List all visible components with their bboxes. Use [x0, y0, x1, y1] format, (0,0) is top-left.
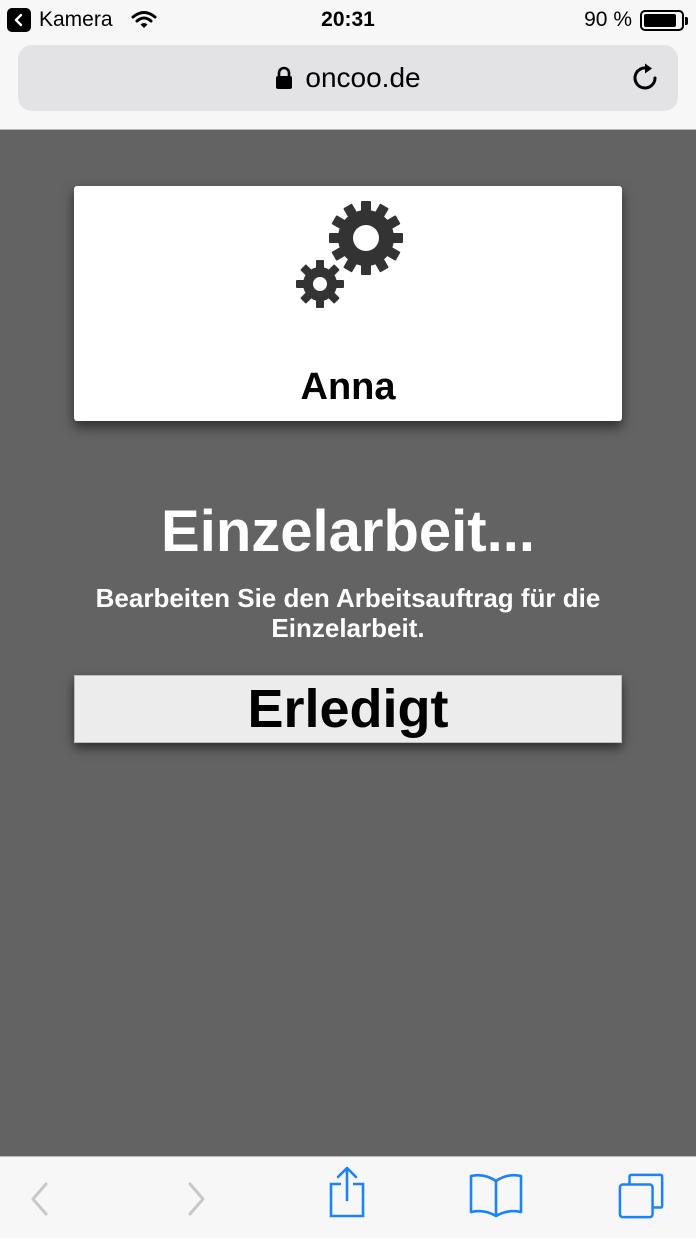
status-bar: Kamera 20:31 90 % — [0, 0, 696, 40]
done-button[interactable]: Erledigt — [74, 675, 622, 743]
battery-icon — [640, 9, 688, 31]
bookmarks-icon[interactable] — [466, 1171, 526, 1219]
url-text: oncoo.de — [305, 62, 421, 93]
phase-title: Einzelarbeit... — [161, 499, 535, 564]
lock-icon — [275, 66, 293, 90]
tabs-icon[interactable] — [618, 1173, 666, 1221]
browser-toolbar — [0, 1156, 696, 1238]
address-bar[interactable]: oncoo.de — [18, 45, 678, 111]
reload-icon[interactable] — [630, 62, 662, 94]
instruction-text: Bearbeiten Sie den Arbeitsauftrag für di… — [95, 583, 601, 643]
battery-percent: 90 % — [584, 8, 632, 31]
forward-icon[interactable] — [172, 1175, 220, 1223]
back-icon[interactable] — [16, 1175, 64, 1223]
page-content: Anna Einzelarbeit... Bearbeiten Sie den … — [0, 131, 696, 1156]
gears-icon — [296, 198, 406, 308]
share-icon[interactable] — [323, 1166, 371, 1218]
user-card: Anna — [74, 186, 622, 421]
battery-status: 90 % — [584, 8, 688, 32]
user-name: Anna — [300, 366, 396, 408]
browser-top-chrome: Kamera 20:31 90 % oncoo.de — [0, 0, 696, 130]
